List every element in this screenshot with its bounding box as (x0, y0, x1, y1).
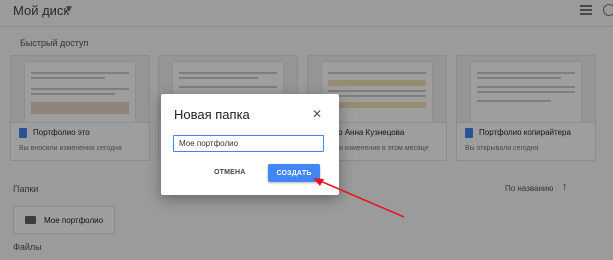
dialog-title: Новая папка (174, 107, 250, 122)
new-folder-dialog: Новая папка ✕ ОТМЕНА СОЗДАТЬ (161, 94, 339, 195)
folder-name-input[interactable] (173, 135, 324, 152)
close-icon[interactable]: ✕ (312, 107, 322, 121)
cancel-button[interactable]: ОТМЕНА (214, 169, 246, 176)
create-button[interactable]: СОЗДАТЬ (268, 164, 320, 182)
